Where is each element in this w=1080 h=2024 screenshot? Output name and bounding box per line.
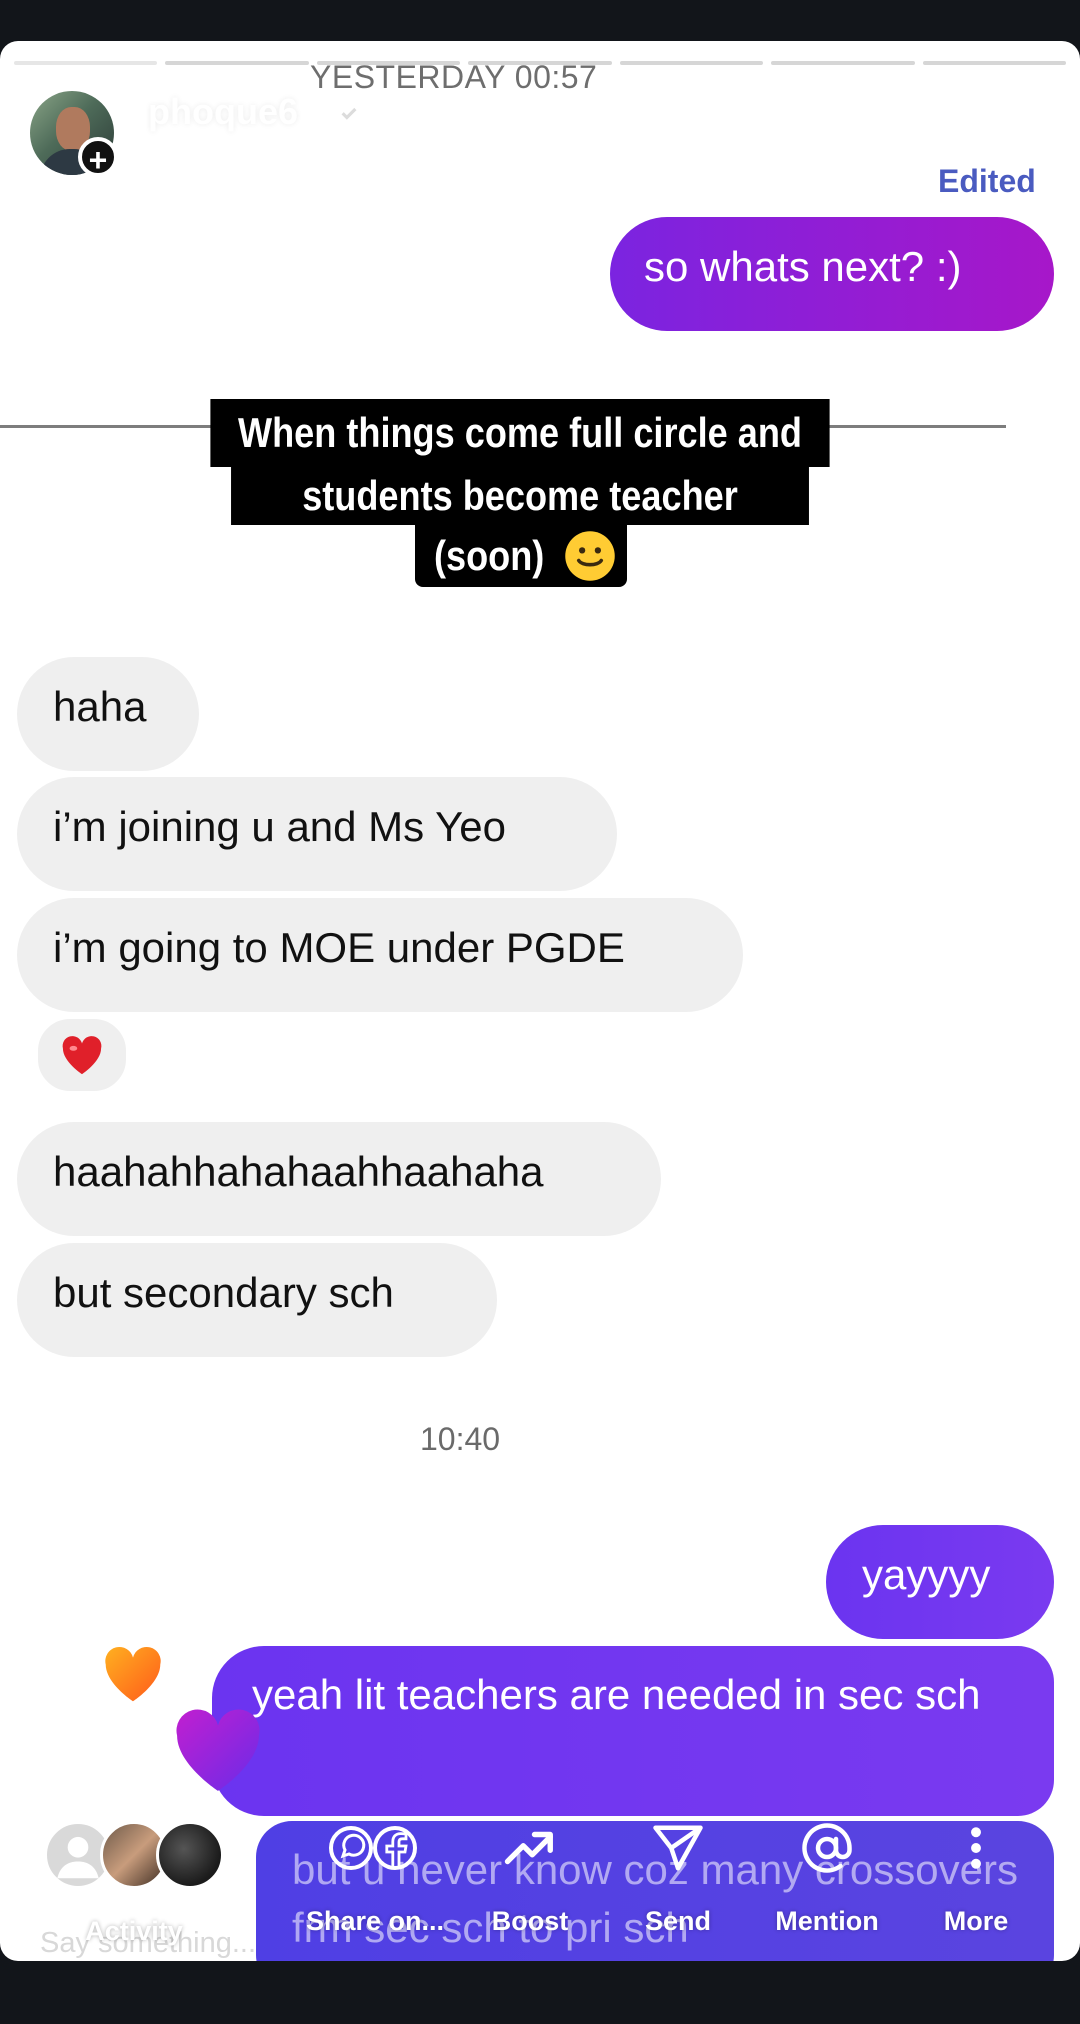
outgoing-message: so whats next? :) (610, 217, 1054, 331)
caption-line-1: When things come full circle and former (210, 399, 830, 524)
story-progress-bar (14, 61, 1066, 65)
share-on-label: Share on... (305, 1906, 445, 1936)
progress-segment (14, 61, 158, 65)
outgoing-message: yayyyy (826, 1525, 1054, 1639)
incoming-message: haha (17, 657, 199, 771)
activity-label: Activity (85, 1916, 183, 1946)
added-to-prefix: Added to (188, 139, 309, 172)
caption-line-3: (soon) (433, 532, 545, 579)
verified-badge-icon (334, 97, 364, 129)
story-frame: YESTERDAY 00:57 + phoque6 1h Added to Te… (0, 41, 1080, 1961)
progress-segment (771, 61, 915, 65)
chat-time-divider: 10:40 (420, 1421, 501, 1457)
send-button[interactable]: Send (618, 1821, 738, 1937)
share-on-button[interactable]: Share on... (300, 1821, 450, 1937)
highlight-link[interactable]: Added to Teacher Life (148, 139, 525, 173)
activity-button[interactable]: Activity (64, 1856, 204, 1947)
more-vertical-icon (971, 1827, 981, 1869)
boost-label: Boost (491, 1906, 569, 1936)
story-bottom-bar: Say something... Activity Share on... Bo… (0, 1781, 1080, 1961)
smiling-face-emoji-icon (565, 531, 615, 581)
red-heart-reaction-icon (62, 1036, 102, 1075)
mention-label: Mention (775, 1906, 879, 1936)
incoming-message: haahahhahahaahhaahaha (17, 1122, 661, 1236)
username[interactable]: phoque6 (148, 91, 298, 133)
chevron-right-icon (508, 144, 522, 168)
highlight-name: Teacher Life (318, 139, 493, 172)
progress-segment (468, 61, 612, 65)
send-label: Send (644, 1906, 711, 1936)
at-sign-icon (802, 1823, 852, 1873)
time-ago: 1h (398, 91, 436, 129)
mention-button[interactable]: Mention (768, 1821, 886, 1937)
highlight-circle-icon (149, 142, 177, 170)
floating-heart-icon (105, 1646, 161, 1702)
incoming-message: but secondary sch (17, 1243, 497, 1357)
more-button[interactable]: More (926, 1821, 1026, 1937)
incoming-message: i’m joining u and Ms Yeo (17, 777, 617, 891)
whatsapp-facebook-icon (329, 1826, 417, 1870)
boost-button[interactable]: Boost (470, 1821, 590, 1937)
add-story-plus-icon[interactable]: + (78, 137, 118, 178)
edited-label: Edited (938, 163, 1036, 199)
more-label: More (943, 1906, 1009, 1936)
caption-line-2: students become teacher colleagues (231, 467, 809, 577)
message-reaction[interactable] (34, 1015, 130, 1095)
caption-line-3-box: (soon) (415, 525, 627, 587)
incoming-message: i’m going to MOE under PGDE (17, 898, 743, 1012)
trending-arrow-icon (504, 1831, 553, 1865)
progress-segment (922, 61, 1066, 65)
progress-segment (165, 61, 309, 65)
paper-plane-icon (653, 1825, 703, 1871)
progress-segment (316, 61, 461, 65)
progress-segment (619, 61, 764, 65)
